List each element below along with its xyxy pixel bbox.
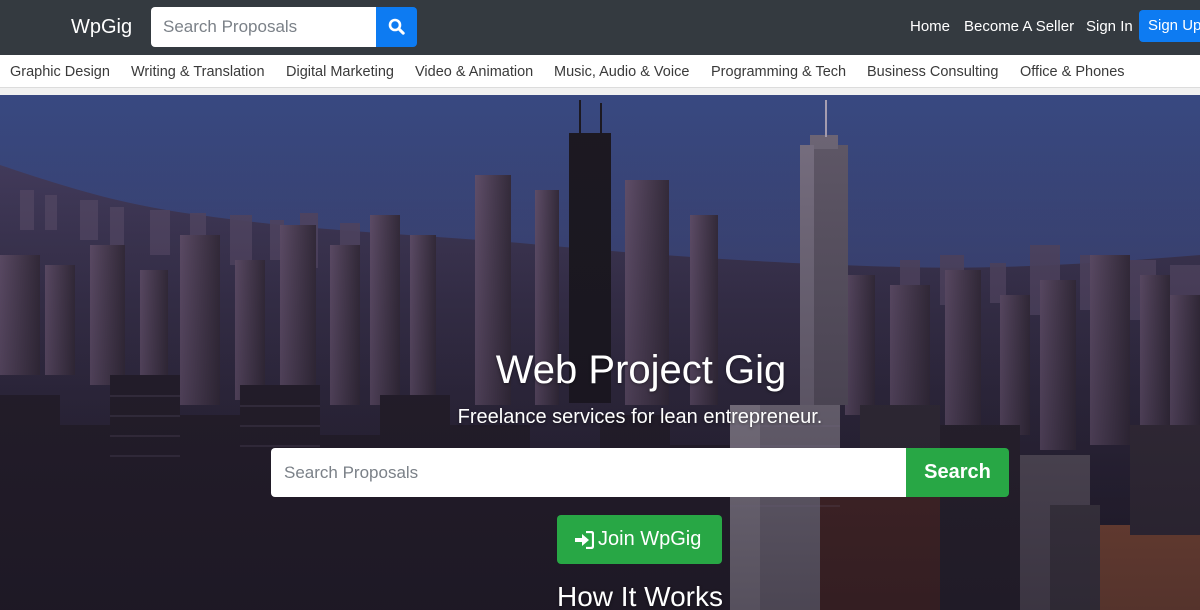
- nav-search-button[interactable]: [376, 7, 417, 47]
- category-writing-translation[interactable]: Writing & Translation: [131, 63, 265, 81]
- sign-up-button[interactable]: Sign Up: [1139, 10, 1200, 42]
- how-it-works-heading: How It Works: [557, 581, 723, 610]
- nav-search-group: [151, 7, 417, 47]
- section-divider: [0, 88, 1200, 95]
- category-music-audio-voice[interactable]: Music, Audio & Voice: [554, 63, 689, 81]
- category-graphic-design[interactable]: Graphic Design: [10, 63, 110, 81]
- join-button[interactable]: Join WpGig: [557, 515, 722, 564]
- sign-in-icon: [575, 531, 594, 549]
- category-programming-tech[interactable]: Programming & Tech: [711, 63, 846, 81]
- search-icon: [388, 18, 405, 35]
- nav-search-input[interactable]: [151, 7, 376, 47]
- nav-link-sign-in[interactable]: Sign In: [1086, 17, 1133, 37]
- category-office-phones[interactable]: Office & Phones: [1020, 63, 1125, 81]
- top-navbar: WpGig Home Become A Seller Sign In Sign …: [0, 0, 1200, 55]
- brand-logo[interactable]: WpGig: [71, 14, 132, 40]
- nav-link-become-seller[interactable]: Become A Seller: [964, 17, 1074, 37]
- join-button-label: Join WpGig: [598, 528, 702, 550]
- hero-title: Web Project Gig: [495, 348, 787, 392]
- category-business-consulting[interactable]: Business Consulting: [867, 63, 998, 81]
- hero-subtitle: Freelance services for lean entrepreneur…: [457, 406, 823, 428]
- hero-search-button[interactable]: Search: [906, 448, 1009, 497]
- hero-search-input[interactable]: [271, 448, 906, 497]
- nav-link-home[interactable]: Home: [910, 17, 950, 37]
- hero-section: Web Project Gig Freelance services for l…: [0, 95, 1200, 610]
- category-video-animation[interactable]: Video & Animation: [415, 63, 533, 81]
- category-digital-marketing[interactable]: Digital Marketing: [286, 63, 394, 81]
- category-bar: Graphic Design Writing & Translation Dig…: [0, 55, 1200, 88]
